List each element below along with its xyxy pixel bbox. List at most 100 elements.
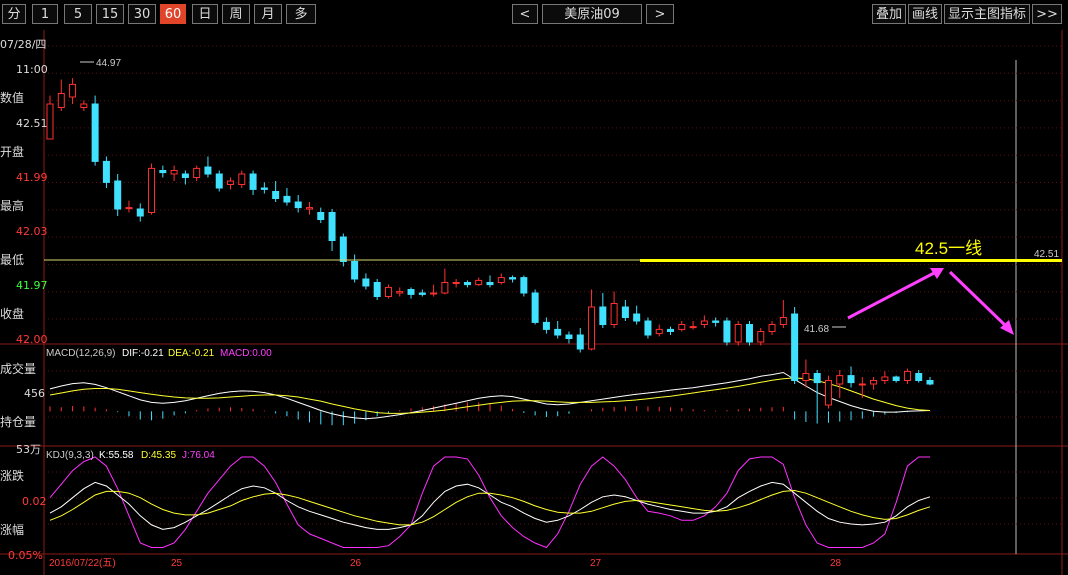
period-button-day[interactable]: 日 <box>192 4 218 24</box>
period-button-60min[interactable]: 60 <box>160 4 186 24</box>
time-label-3: 27 <box>590 558 602 569</box>
prev-symbol-button[interactable]: < <box>512 4 538 24</box>
candle-body <box>903 370 911 381</box>
period-button-week[interactable]: 周 <box>222 4 250 24</box>
macd-title: MACD(12,26,9) DIF:-0.21 DEA:-0.21 MACD:0… <box>46 348 272 359</box>
info-value: 42.51 <box>16 117 48 130</box>
candle-body <box>215 173 223 189</box>
period-button-15min[interactable]: 15 <box>96 4 124 24</box>
draw-line-button[interactable]: 画线 <box>908 4 942 24</box>
candle-body <box>791 313 799 381</box>
candle-body <box>351 261 359 280</box>
candle-body <box>599 306 607 325</box>
period-button-month[interactable]: 月 <box>254 4 282 24</box>
kline-chart[interactable]: 42.5一线 42.51 44.97 41.68 MACD(12,26,9) D… <box>0 30 1068 575</box>
kdj-lines <box>49 456 931 549</box>
candle-body <box>712 320 720 323</box>
candle-body <box>227 180 235 185</box>
time-label-4: 28 <box>830 558 842 569</box>
info-oi-label: 持仓量 <box>0 415 37 429</box>
resistance-label: 42.5一线 <box>915 239 982 258</box>
candle-body <box>317 212 325 220</box>
candle-body <box>802 373 810 381</box>
max-price-label: 44.97 <box>96 58 121 69</box>
kdj-j-value: J:76.04 <box>182 450 215 461</box>
arrow-up <box>847 270 937 320</box>
info-time: 11:00 <box>16 63 48 76</box>
candle-body <box>610 303 618 325</box>
candle-body <box>847 375 855 384</box>
info-value-label: 数值 <box>0 91 25 105</box>
info-volume-label: 成交量 <box>0 362 37 376</box>
candle-body <box>294 201 302 209</box>
period-button-1min[interactable]: 1 <box>32 4 58 24</box>
candle-body <box>373 282 381 297</box>
candle-body <box>418 292 426 295</box>
candle-body <box>542 321 550 330</box>
kdj-k-value: K:55.58 <box>99 450 134 461</box>
candle-body <box>114 180 122 210</box>
period-button-multi[interactable]: 多 <box>286 4 316 24</box>
candle-body <box>407 289 415 295</box>
kdj-title: KDJ(9,3,3) K:55.58 D:45.35 J:76.04 <box>46 450 215 461</box>
info-change: 0.02 <box>22 495 47 508</box>
candle-body <box>497 277 505 284</box>
kdj-params: KDJ(9,3,3) <box>46 450 94 461</box>
macd-histogram <box>49 402 931 426</box>
candle-body <box>305 207 313 210</box>
toolbar: 分 1 5 15 30 60 日 周 月 多 < 美原油09 > 叠加 画线 显… <box>0 0 1068 30</box>
info-low: 41.97 <box>16 279 48 292</box>
time-label-2: 26 <box>350 558 362 569</box>
info-pct: 0.05% <box>8 549 43 562</box>
info-close-label: 收盘 <box>0 307 25 321</box>
candle-body <box>858 383 866 386</box>
candle-body <box>396 291 404 294</box>
candle-body <box>757 331 765 343</box>
candle-body <box>565 334 573 339</box>
candle-body <box>475 279 483 286</box>
candle-body <box>779 317 787 325</box>
kdj-d-value: D:45.35 <box>141 450 176 461</box>
candle-body <box>870 380 878 385</box>
candle-body <box>486 282 494 286</box>
arrow-down <box>948 270 1010 330</box>
more-button[interactable]: >> <box>1032 4 1062 24</box>
candle-body <box>463 282 471 286</box>
candle-body <box>159 170 167 174</box>
period-button-fenshi[interactable]: 分 <box>2 4 26 24</box>
candle-body <box>283 195 291 203</box>
candle-body <box>136 208 144 217</box>
candle-body <box>238 173 246 185</box>
candle-body <box>520 277 528 294</box>
candle-body <box>531 292 539 323</box>
show-indicator-button[interactable]: 显示主图指标 <box>944 4 1030 24</box>
candle-body <box>328 212 336 241</box>
candle-body <box>689 326 697 329</box>
info-oi: 53万 <box>16 443 41 456</box>
candle-body <box>69 83 77 98</box>
overlay-button[interactable]: 叠加 <box>872 4 906 24</box>
candle-body <box>700 320 708 325</box>
info-pct-label: 涨幅 <box>0 523 25 537</box>
candle-body <box>509 277 517 280</box>
candle-body <box>430 292 438 295</box>
candle-body <box>181 173 189 178</box>
candle-body <box>452 282 460 284</box>
candle-body <box>915 373 923 381</box>
candle-body <box>272 191 280 199</box>
candle-body <box>813 373 821 384</box>
current-price-label: 42.51 <box>1034 249 1059 260</box>
next-symbol-button[interactable]: > <box>646 4 674 24</box>
candle-body <box>633 313 641 322</box>
annotations: 42.5一线 42.51 44.97 41.68 <box>44 58 1062 335</box>
period-button-30min[interactable]: 30 <box>128 4 156 24</box>
macd-dif-value: DIF:-0.21 <box>122 348 164 359</box>
candle-body <box>384 286 392 297</box>
candle-body <box>881 376 889 381</box>
symbol-name-box[interactable]: 美原油09 <box>542 4 642 24</box>
candle-body <box>170 170 178 175</box>
candle-body <box>193 167 201 178</box>
period-button-5min[interactable]: 5 <box>64 4 92 24</box>
candle-body <box>339 236 347 262</box>
candle-body <box>576 334 584 350</box>
